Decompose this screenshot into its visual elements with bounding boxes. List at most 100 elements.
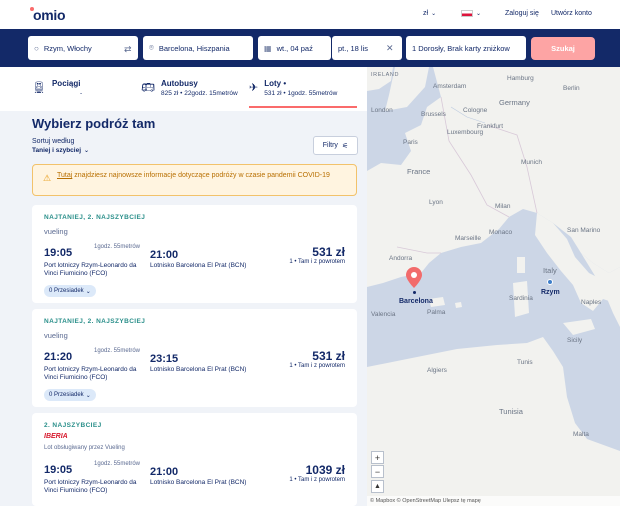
top-bar: omio zł ⌄ ⌄ Zaloguj się Utwórz konto [0,0,620,29]
tab-trains[interactable]: 🚆︎ Pociągi - [32,79,82,97]
result-card[interactable]: 2. NAJSZYBCIEJ IBERIA Lot obsługiwany pr… [32,413,357,506]
arrival-airport: Lotnisko Barcelona El Prat (BCN) [150,479,247,486]
passengers-value: 1 Dorosły, Brak karty zniżkow [412,43,510,53]
origin-marker-label: Barcelona [399,298,433,305]
price-type: 1 • Tam i z powrotem [289,363,345,369]
airline-name: vueling [44,227,68,236]
chevron-down-icon: ⌄ [431,11,437,17]
map-city-marseille: Marseille [455,235,482,242]
stops-badge[interactable]: 0 Przesiadek ⌄ [44,285,96,297]
price: 531 zł [312,245,345,259]
airline-name: vueling [44,331,68,340]
trip-duration: 1godz. 55metrów [93,348,141,354]
return-date-value: pt., 18 lis [338,43,369,53]
map-attribution[interactable]: © Mapbox © OpenStreetMap Ulepsz tę mapę [367,496,620,506]
arrival-airport: Lotnisko Barcelona El Prat (BCN) [150,262,247,269]
map-city-milan: Milan [495,203,511,210]
origin-circle-icon: ○ [34,43,39,53]
price-type: 1 • Tam i z powrotem [289,259,345,265]
train-icon: 🚆︎ [32,82,46,94]
login-link[interactable]: Zaloguj się [505,10,539,17]
language-selector[interactable]: ⌄ [461,10,481,17]
swap-icon[interactable]: ⇄ [124,44,132,55]
alert-link[interactable]: Tutaj [57,172,72,179]
tab-trains-sub: - [79,90,83,97]
tab-buses-sub: 825 zł • 22godz. 15metrów [160,90,238,97]
from-value: Rzym, Włochy [43,43,92,53]
map-city-hamburg: Hamburg [507,75,534,82]
sort-label: Sortuj według [32,138,75,145]
tab-flights[interactable]: ✈ Loty • 531 zł • 1godz. 55metrów [249,79,337,97]
arrival-time: 21:00 [150,249,179,261]
map-label-ireland: IRELAND [371,72,400,78]
alert-message: znajdziesz najnowsze informacje dotycząc… [72,172,330,179]
map-city-monaco: Monaco [489,229,513,236]
trip-duration: 1godz. 55metrów [93,244,141,250]
map-label-italy: Italy [543,266,557,275]
map-city-tunis: Tunis [517,359,533,366]
destination-dot[interactable] [547,279,553,285]
filters-label: Filtry [322,142,338,149]
stops-label: 0 Przesiadek [49,392,84,398]
covid-alert: ⚠ Tutaj znajdziesz najnowsze informacje … [32,164,357,196]
currency-selector[interactable]: zł ⌄ [423,10,436,17]
trip-duration: 1godz. 55metrów [93,461,141,467]
filters-icon: ⚟ [341,142,349,150]
search-button[interactable]: Szukaj [531,37,595,60]
chevron-down-icon: ⌄ [85,392,91,399]
result-tag: NAJTANIEJ, 2. NAJSZYBCIEJ [44,214,146,221]
map-label-luxembourg: Luxembourg [447,129,484,136]
compass-icon[interactable]: ▲ [371,480,384,493]
location-pin-icon: ⌾ [149,43,154,52]
departure-time: 19:05 [44,247,73,259]
alert-text: Tutaj znajdziesz najnowsze informacje do… [57,171,352,181]
to-value: Barcelona, Hiszpania [158,43,230,53]
origin-dot [413,291,416,294]
from-field[interactable]: ○ Rzym, Włochy [28,36,138,60]
tab-buses[interactable]: 🚌︎ Autobusy 825 zł • 22godz. 15metrów [141,79,238,97]
result-tag: 2. NAJSZYBCIEJ [44,422,102,429]
map-city-san-marino: San Marino [567,227,601,234]
map-city-andorra: Andorra [389,255,413,262]
map-city-lyon: Lyon [429,199,443,206]
map-city-malta: Malta [573,431,589,438]
stops-badge[interactable]: 0 Przesiadek ⌄ [44,389,96,401]
route-map[interactable]: IRELAND Germany Luxembourg France Italy … [367,67,620,506]
result-card[interactable]: NAJTANIEJ, 2. NAJSZYBCIEJ vueling 21:20 … [32,309,357,407]
transport-mode-tabs: 🚆︎ Pociągi - 🚌︎ Autobusy 825 zł • 22godz… [0,67,367,111]
tab-buses-label: Autobusy [160,79,198,88]
map-city-munich: Munich [521,159,542,166]
zoom-out-button[interactable]: − [371,465,384,478]
tab-flights-label: Loty • [264,79,287,88]
destination-marker-label: Rzym [541,289,560,296]
sort-dropdown[interactable]: Taniej i szybciej ⌄ [32,147,89,154]
map-geography [367,67,620,506]
currency-label: zł [423,10,429,17]
map-city-sicily: Sicily [567,337,583,344]
to-field[interactable]: ⌾ Barcelona, Hiszpania [143,36,253,60]
depart-date-field[interactable]: ▦ wt., 04 paź [258,36,331,60]
departure-airport: Port lotniczy Rzym-Leonardo da Vinci Fiu… [44,262,137,277]
result-card[interactable]: NAJTANIEJ, 2. NAJSZYBCIEJ vueling 19:05 … [32,205,357,303]
depart-date-value: wt., 04 paź [276,43,313,53]
filters-button[interactable]: Filtry ⚟ [313,136,358,155]
page-title: Wybierz podróż tam [32,116,156,131]
tab-trains-label: Pociągi [51,79,81,88]
passengers-field[interactable]: 1 Dorosły, Brak karty zniżkow [406,36,526,60]
chevron-down-icon: ⌄ [84,148,90,154]
sort-value: Taniej i szybciej [32,147,82,154]
signup-link[interactable]: Utwórz konto [551,10,592,17]
active-tab-indicator [249,106,357,108]
arrival-airport: Lotnisko Barcelona El Prat (BCN) [150,366,247,373]
omio-logo[interactable]: omio [33,7,66,23]
zoom-in-button[interactable]: + [371,451,384,464]
map-city-sardinia: Sardinia [509,295,533,302]
map-city-amsterdam: Amsterdam [433,83,467,90]
map-city-paris: Paris [403,139,418,146]
departure-airport: Port lotniczy Rzym-Leonardo da Vinci Fiu… [44,366,137,381]
iberia-logo: IBERIA [44,433,68,440]
bus-icon: 🚌︎ [141,82,155,94]
clear-return-icon[interactable]: ✕ [386,43,394,54]
departure-time: 21:20 [44,351,73,363]
origin-pin-icon[interactable] [406,267,422,289]
